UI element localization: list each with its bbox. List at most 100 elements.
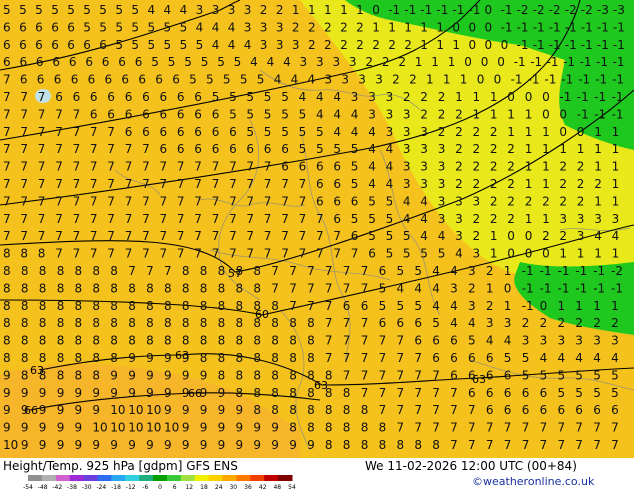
temperature-value: 8 [379,421,387,435]
temperature-value: 9 [253,421,261,435]
temperature-value: 8 [21,334,29,348]
temperature-value: 8 [236,351,244,365]
temperature-value: 9 [128,351,136,365]
temperature-value: 2 [473,160,481,174]
temperature-value: 2 [292,20,300,34]
temperature-value: 2 [473,212,481,226]
temperature-value: -1 [517,38,529,52]
temperature-value: 8 [307,368,315,382]
temperature-value: 5 [575,368,583,382]
temperature-value: 9 [3,368,11,382]
temperature-value: 8 [146,334,154,348]
temperature-value: 8 [92,299,100,313]
temperature-value: 7 [194,177,202,191]
temperature-value: 7 [229,160,237,174]
temperature-value: 7 [307,299,315,313]
colorbar-swatch [97,475,112,481]
temperature-value: 6 [125,125,133,139]
temperature-value: 8 [39,264,47,278]
temperature-value: 8 [343,403,351,417]
temperature-value: 9 [110,368,118,382]
temperature-value: 2 [308,20,316,34]
temperature-value: 9 [146,351,154,365]
temperature-value: 7 [125,194,133,208]
temperature-value: 8 [200,281,208,295]
temperature-value: 7 [468,438,476,452]
temperature-value: 2 [388,38,396,52]
temperature-value: 8 [289,421,297,435]
temperature-value: 5 [217,55,225,69]
temperature-value: 7 [379,368,387,382]
temperature-value: 5 [246,125,254,139]
temperature-value: 9 [39,438,47,452]
temperature-value: 7 [20,229,28,243]
temperature-value: 4 [164,3,172,17]
temperature-value: 9 [200,438,208,452]
temperature-value: 8 [307,403,315,417]
temperature-value: 5 [115,20,123,34]
temperature-value: 1 [612,160,620,174]
temperature-value: 7 [3,73,11,87]
temperature-value: 7 [125,142,133,156]
temperature-value: 8 [182,281,190,295]
temperature-value: 0 [542,247,550,261]
temperature-value: 0 [559,107,567,121]
colorbar-swatch [125,475,140,481]
temperature-value: 6 [486,386,494,400]
temperature-value: 1 [431,55,439,69]
temperature-value: 8 [253,351,261,365]
temperature-value: 1 [525,125,533,139]
temperature-value: 6 [540,386,548,400]
temperature-value: 4 [368,125,376,139]
temperature-value: 7 [20,107,28,121]
temperature-value: 3 [438,142,446,156]
temperature-value: 1 [415,55,423,69]
temperature-value: 9 [182,403,190,417]
temperature-value: 6 [229,142,237,156]
temperature-value: 8 [146,316,154,330]
temperature-value: 8 [325,386,333,400]
colorbar-tick-label: 24 [215,484,223,490]
temperature-value: 3 [276,20,284,34]
temperature-value: 3 [386,90,394,104]
temperature-value: 7 [90,125,98,139]
temperature-value: 7 [20,177,28,191]
temperature-value: 2 [577,177,585,191]
temperature-value: 8 [271,316,279,330]
temperature-value: 5 [403,247,411,261]
temperature-value: 6 [468,386,476,400]
temperature-value: 5 [180,38,188,52]
temperature-value: 3 [349,55,357,69]
temperature-value: 5 [196,38,204,52]
temperature-value: 8 [110,316,118,330]
temperature-value: 1 [455,90,463,104]
temperature-value: 3 [292,38,300,52]
temperature-value: -1 [595,73,607,87]
temperature-value: 8 [92,264,100,278]
temperature-value: 9 [182,351,190,365]
temperature-value: 7 [194,229,202,243]
temperature-value: 7 [73,142,81,156]
temperature-value: 2 [356,20,364,34]
temperature-value: 9 [218,421,226,435]
temperature-value: 8 [21,281,29,295]
temperature-value: 1 [594,194,602,208]
temperature-value: 7 [522,438,530,452]
temperature-value: 8 [271,368,279,382]
credit-link[interactable]: ©weatheronline.co.uk [472,475,594,488]
temperature-value: 4 [368,142,376,156]
temperature-value: 6 [83,38,91,52]
temperature-value: 4 [420,229,428,243]
temperature-value: 8 [414,438,422,452]
temperature-value: 7 [468,403,476,417]
temperature-value: 7 [289,281,297,295]
temperature-value: -1 [565,20,577,34]
temperature-value: 7 [128,264,136,278]
temperature-value: 4 [420,212,428,226]
temperature-value: 7 [522,421,530,435]
temperature-value: 6 [522,403,530,417]
temperature-value: 7 [264,160,272,174]
temperature-value: 7 [3,177,11,191]
temperature-value: -1 [517,20,529,34]
temperature-value: 9 [57,386,65,400]
